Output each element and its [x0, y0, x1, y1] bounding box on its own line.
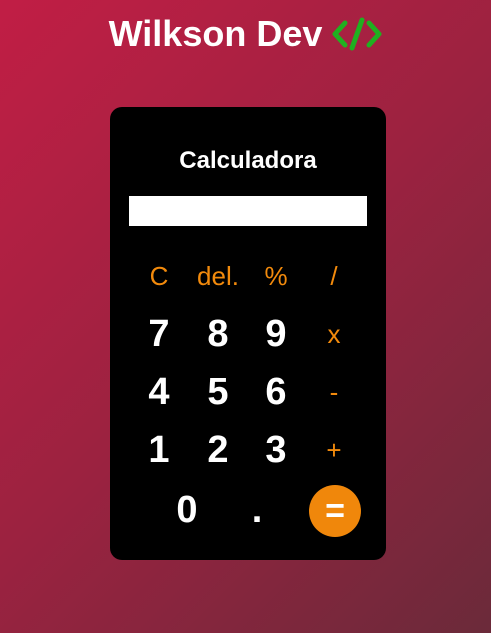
- decimal-button[interactable]: .: [233, 488, 281, 532]
- digit-6-button[interactable]: 6: [252, 370, 300, 414]
- digit-5-button[interactable]: 5: [194, 370, 242, 414]
- divide-button[interactable]: /: [310, 254, 358, 298]
- calculator-panel: Calculadora C del. % / 7 8 9 x 4 5 6 - 1…: [110, 107, 386, 560]
- multiply-button[interactable]: x: [310, 312, 358, 356]
- calculator-display[interactable]: [129, 196, 367, 226]
- digit-4-button[interactable]: 4: [135, 370, 183, 414]
- clear-button[interactable]: C: [135, 254, 183, 298]
- digit-9-button[interactable]: 9: [252, 312, 300, 356]
- digit-0-button[interactable]: 0: [163, 488, 211, 532]
- digit-2-button[interactable]: 2: [194, 428, 242, 472]
- add-button[interactable]: +: [310, 428, 358, 472]
- percent-button[interactable]: %: [252, 254, 300, 298]
- digit-1-button[interactable]: 1: [135, 428, 183, 472]
- subtract-button[interactable]: -: [310, 370, 358, 414]
- calculator-title: Calculadora: [179, 147, 317, 174]
- digit-3-button[interactable]: 3: [252, 428, 300, 472]
- code-icon: [332, 17, 382, 51]
- equals-button[interactable]: =: [309, 485, 361, 537]
- digit-7-button[interactable]: 7: [135, 312, 183, 356]
- brand-name: Wilkson Dev: [108, 13, 323, 54]
- brand-header: Wilkson Dev: [0, 12, 491, 56]
- delete-button[interactable]: del.: [194, 254, 242, 298]
- digit-8-button[interactable]: 8: [194, 312, 242, 356]
